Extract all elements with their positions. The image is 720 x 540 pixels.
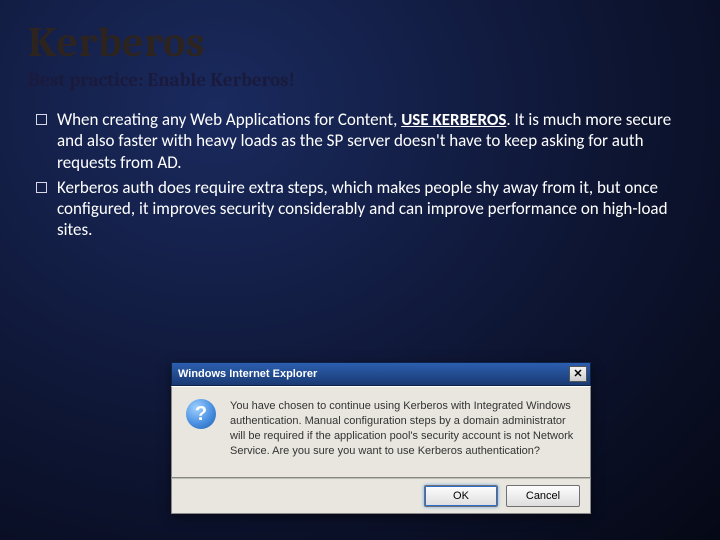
slide-title: Kerberos: [28, 18, 692, 67]
ok-button[interactable]: OK: [424, 485, 498, 507]
bullet-text-pre: When creating any Web Applications for C…: [57, 109, 401, 130]
close-button[interactable]: ✕: [569, 366, 587, 382]
list-item: Kerberos auth does require extra steps, …: [36, 177, 692, 241]
dialog-title: Windows Internet Explorer: [178, 368, 569, 380]
list-item: When creating any Web Applications for C…: [36, 109, 692, 173]
bullet-list: When creating any Web Applications for C…: [28, 109, 692, 241]
bullet-text: Kerberos auth does require extra steps, …: [57, 177, 692, 241]
dialog-message: You have chosen to continue using Kerber…: [230, 399, 576, 467]
question-icon: [186, 399, 216, 429]
bullet-text-emph: USE KERBEROS: [401, 109, 506, 130]
slide-subtitle: Best practice: Enable Kerberos!: [28, 69, 692, 91]
bullet-text: When creating any Web Applications for C…: [57, 109, 692, 173]
checkbox-icon: [36, 182, 47, 193]
bullet-text-pre: Kerberos auth does require extra steps, …: [57, 177, 668, 241]
dialog-titlebar[interactable]: Windows Internet Explorer ✕: [171, 362, 591, 386]
dialog-body: You have chosen to continue using Kerber…: [171, 386, 591, 478]
checkbox-icon: [36, 114, 47, 125]
dialog-window: Windows Internet Explorer ✕ You have cho…: [171, 362, 591, 514]
close-icon: ✕: [573, 369, 582, 380]
dialog-footer: OK Cancel: [171, 478, 591, 514]
cancel-button[interactable]: Cancel: [506, 485, 580, 507]
